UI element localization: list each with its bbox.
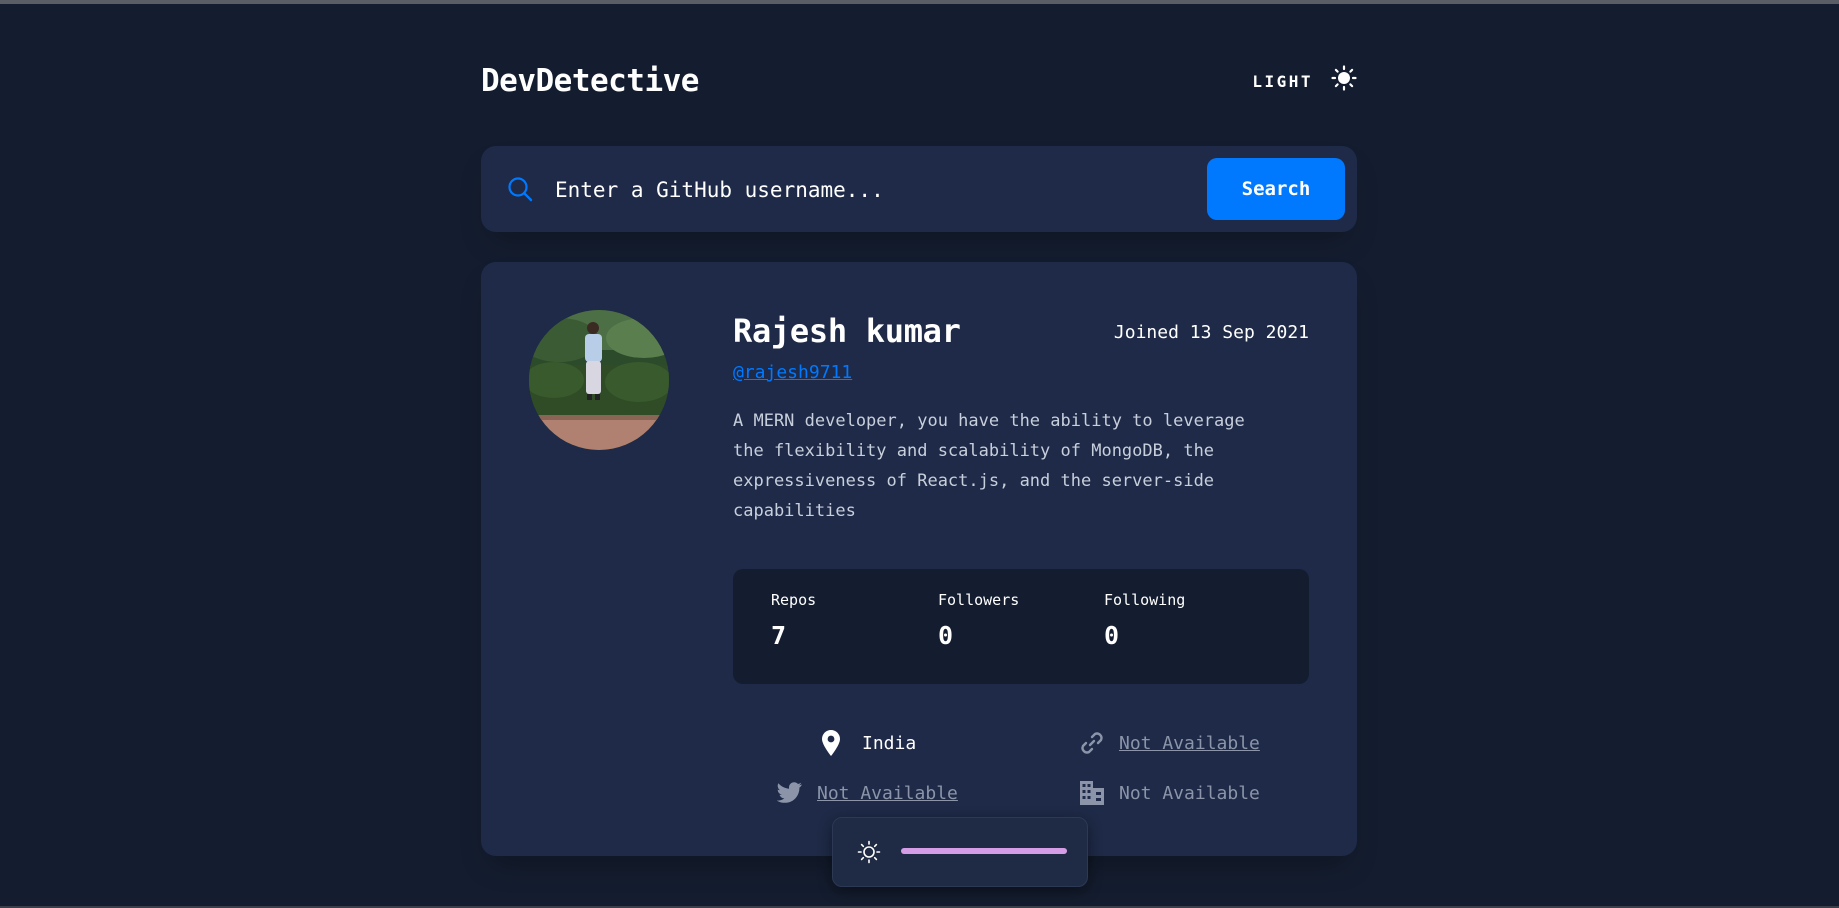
sun-icon [857, 840, 881, 864]
header: DevDetective LIGHT [481, 60, 1357, 102]
info-company: Not Available [1079, 778, 1260, 808]
profile-name: Rajesh kumar [733, 312, 961, 350]
stat-value: 7 [771, 621, 787, 650]
info-twitter: Not Available [777, 778, 958, 808]
building-icon [1080, 781, 1104, 805]
window-top-border [0, 0, 1839, 4]
search-button[interactable]: Search [1207, 158, 1345, 220]
stats-panel: Repos 7 Followers 0 Following 0 [733, 569, 1309, 684]
brightness-slider-fill [901, 848, 1067, 854]
company-text: Not Available [1119, 782, 1260, 804]
location-pin-icon [822, 730, 840, 756]
theme-toggle[interactable]: LIGHT [1252, 60, 1357, 102]
search-bar: Search [481, 146, 1357, 232]
website-link[interactable]: Not Available [1119, 733, 1260, 754]
brand-title: DevDetective [481, 63, 699, 99]
profile-card: Rajesh kumar Joined 13 Sep 2021 @rajesh9… [481, 262, 1357, 856]
twitter-link[interactable]: Not Available [817, 783, 958, 804]
sun-icon [1331, 65, 1357, 91]
brightness-slider[interactable] [901, 848, 1067, 854]
avatar-photo [529, 310, 669, 450]
location-text: India [862, 732, 917, 754]
info-website: Not Available [1079, 728, 1260, 758]
stat-value: 0 [1104, 621, 1120, 650]
stat-label: Followers [938, 591, 1020, 609]
joined-date: Joined 13 Sep 2021 [1113, 322, 1309, 343]
link-icon [1081, 732, 1103, 754]
info-location: India [822, 728, 916, 758]
stat-followers: Followers 0 [938, 591, 1019, 650]
avatar [529, 310, 669, 450]
twitter-icon [777, 782, 802, 803]
stat-label: Repos [771, 591, 817, 609]
stat-repos: Repos 7 [771, 591, 816, 650]
stat-following: Following 0 [1104, 591, 1185, 650]
profile-bio: A MERN developer, you have the ability t… [733, 411, 1245, 521]
search-icon [508, 177, 533, 202]
profile-username-link[interactable]: @rajesh9711 [733, 362, 852, 383]
brightness-dock [832, 817, 1088, 887]
search-input[interactable] [553, 166, 1177, 214]
stat-value: 0 [938, 621, 954, 650]
theme-toggle-label: LIGHT [1252, 71, 1313, 91]
stat-label: Following [1104, 591, 1186, 609]
